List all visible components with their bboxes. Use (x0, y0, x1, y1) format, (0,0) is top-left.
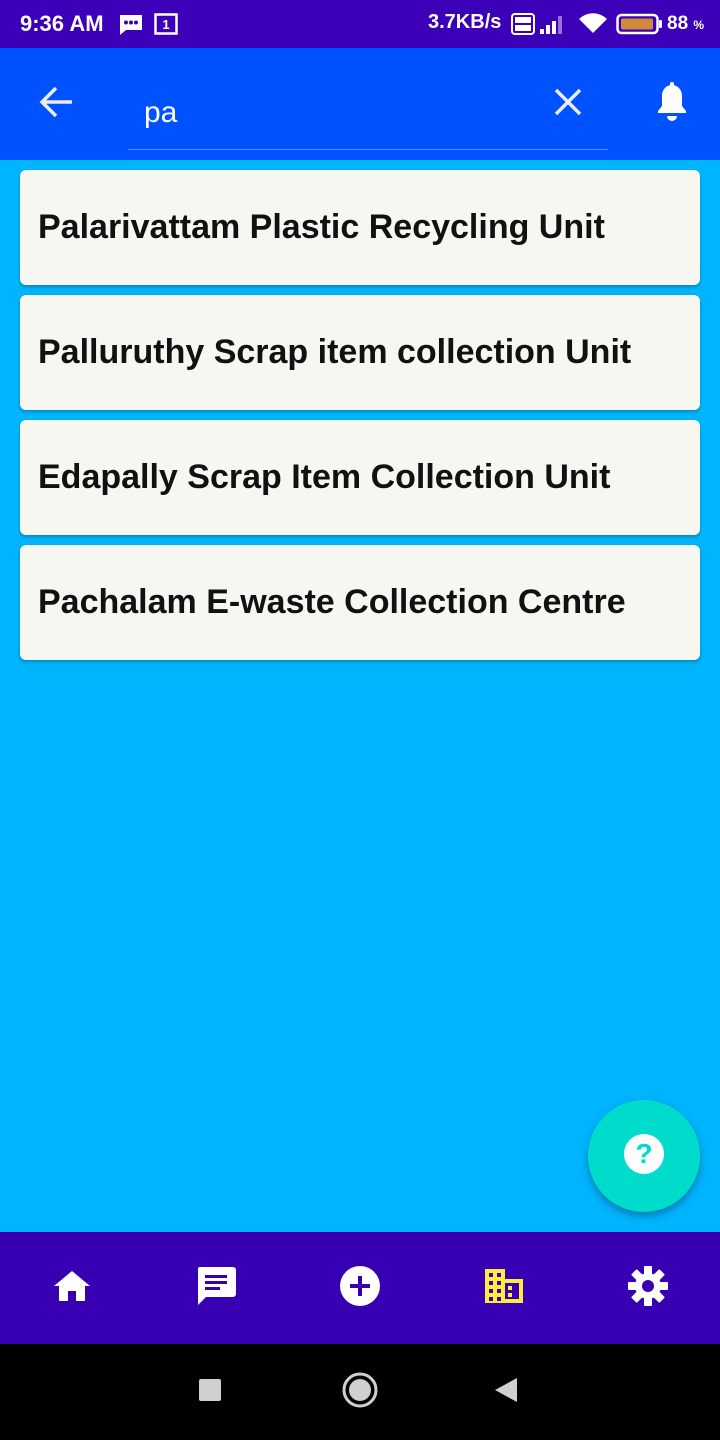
chat-icon (195, 1265, 237, 1312)
nav-add[interactable] (336, 1264, 384, 1312)
back-button[interactable] (28, 80, 84, 128)
app-bar (0, 48, 720, 160)
back-system-button[interactable] (482, 1368, 530, 1416)
result-item[interactable]: Pachalam E-waste Collection Centre (20, 545, 700, 660)
result-item-label: Pachalam E-waste Collection Centre (38, 583, 626, 621)
nav-messages[interactable] (192, 1264, 240, 1312)
arrow-left-icon (38, 86, 74, 123)
messaging-icon (118, 13, 144, 42)
clear-search-button[interactable] (544, 80, 592, 128)
result-item-label: Palluruthy Scrap item collection Unit (38, 333, 632, 371)
home-system-button[interactable] (336, 1368, 384, 1416)
recents-button[interactable] (186, 1368, 234, 1416)
nav-home[interactable] (48, 1264, 96, 1312)
network-speed: 3.7KB/s (428, 11, 502, 33)
sim-icon: 1 (154, 13, 178, 40)
search-results-list: Palarivattam Plastic Recycling Unit Pall… (20, 170, 700, 670)
signal-icon (538, 13, 566, 40)
result-item[interactable]: Palarivattam Plastic Recycling Unit (20, 170, 700, 285)
home-circle-icon (341, 1371, 379, 1414)
result-item[interactable]: Palluruthy Scrap item collection Unit (20, 295, 700, 410)
system-nav-bar (0, 1344, 720, 1440)
close-icon (553, 87, 583, 122)
result-item[interactable]: Edapally Scrap Item Collection Unit (20, 420, 700, 535)
add-circle-icon (339, 1265, 381, 1312)
recents-icon (198, 1378, 222, 1407)
settings-icon (627, 1265, 669, 1312)
battery-icon (616, 13, 664, 40)
help-icon: ? (623, 1133, 665, 1180)
home-icon (53, 1269, 91, 1308)
help-fab-button[interactable]: ? (588, 1100, 700, 1212)
result-item-label: Palarivattam Plastic Recycling Unit (38, 208, 605, 246)
status-bar: 9:36 AM 1 3.7KB/s 88 % (0, 0, 720, 48)
status-time: 9:36 AM (20, 11, 104, 36)
bottom-nav (0, 1232, 720, 1344)
battery-percent: 88 % (667, 13, 705, 34)
search-input[interactable] (128, 76, 608, 150)
nav-settings[interactable] (624, 1264, 672, 1312)
wifi-icon (578, 13, 608, 40)
nav-business[interactable] (480, 1264, 528, 1312)
business-icon (483, 1267, 525, 1310)
help-glyph: ? (635, 1138, 652, 1169)
notifications-button[interactable] (648, 78, 696, 130)
back-triangle-icon (493, 1376, 519, 1409)
result-item-label: Edapally Scrap Item Collection Unit (38, 458, 611, 496)
sim-slot-label: 1 (162, 17, 169, 32)
volte-icon (511, 13, 535, 40)
bell-icon (654, 81, 690, 128)
